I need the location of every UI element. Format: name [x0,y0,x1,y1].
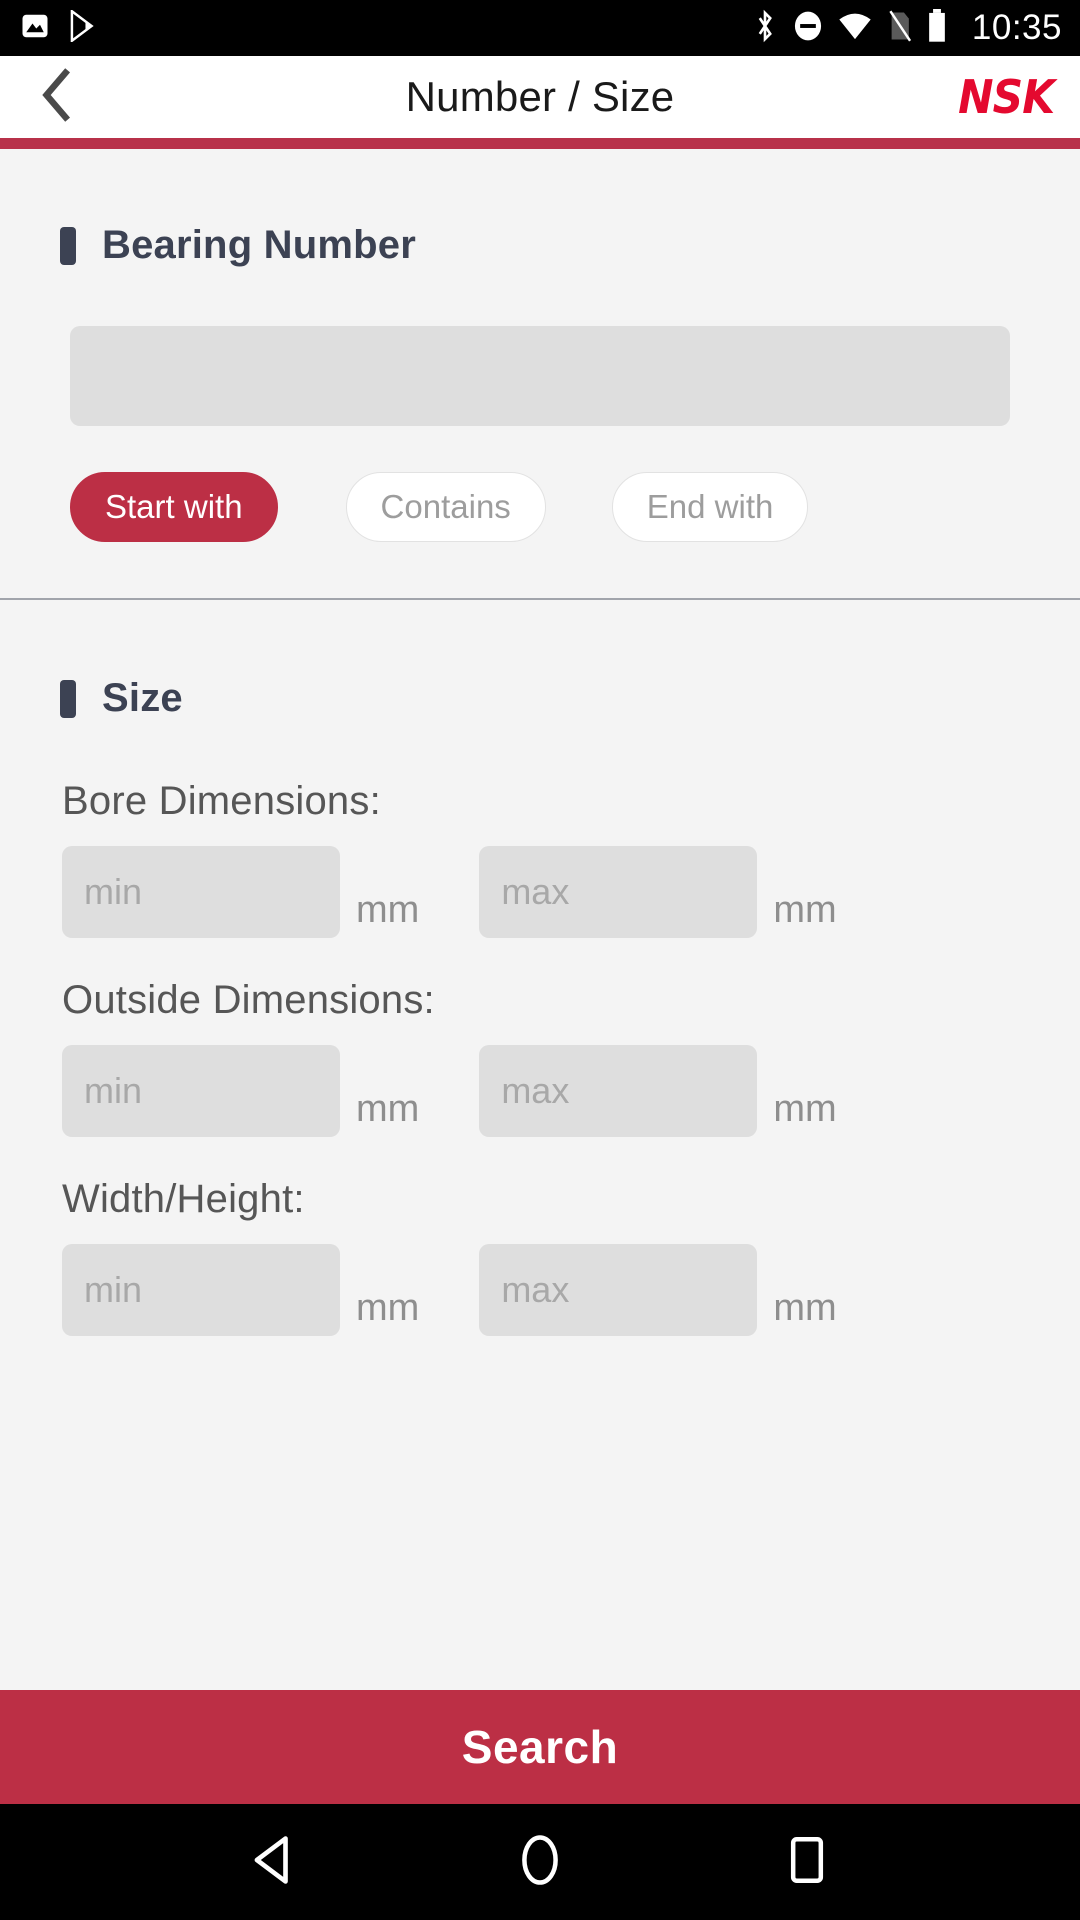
status-bar: 10:35 [0,0,1080,56]
back-button[interactable] [26,67,86,127]
outside-max-field: mm [479,1045,837,1137]
bluetooth-icon [752,9,778,48]
size-heading: Size [0,676,1080,721]
width-height-max-unit: mm [773,1287,837,1329]
match-mode-start-with[interactable]: Start with [70,472,278,542]
main-content: Bearing Number Start with Contains End w… [0,149,1080,1804]
nav-recents-button[interactable] [762,1817,852,1907]
outside-dimensions-label: Outside Dimensions: [62,978,435,1022]
no-sim-icon [886,10,912,47]
android-nav-bar [0,1804,1080,1920]
nav-home-button[interactable] [495,1817,585,1907]
bore-min-unit: mm [356,889,420,931]
width-height-label: Width/Height: [62,1177,305,1221]
match-mode-group: Start with Contains End with [0,472,1080,542]
back-chevron-icon [38,67,74,127]
recents-square-icon [788,1835,826,1890]
size-section: Size Bore Dimensions: mm mm [0,600,1080,1376]
status-bar-clock: 10:35 [971,8,1062,47]
photo-icon [20,11,50,46]
back-triangle-icon [251,1835,295,1890]
width-height-max-field: mm [479,1244,837,1336]
bore-dimensions-label: Bore Dimensions: [62,779,381,823]
section-divider [0,598,1080,600]
bearing-number-input[interactable] [70,326,1010,426]
battery-icon [926,8,948,48]
search-button-label: Search [461,1721,619,1773]
app-bar: Number / Size NSK [0,56,1080,138]
bearing-number-heading: Bearing Number [0,223,1080,268]
match-mode-contains[interactable]: Contains [345,472,546,542]
match-mode-end-with[interactable]: End with [611,472,809,542]
outside-max-unit: mm [773,1088,837,1130]
match-mode-start-with-label: Start with [105,488,243,525]
outside-min-input[interactable] [62,1045,340,1137]
header-accent-bar [0,138,1080,149]
dimension-group-width-height: Width/Height: mm mm [0,1177,1080,1336]
bore-min-input[interactable] [62,846,340,938]
wifi-icon [838,11,872,46]
size-rows: Bore Dimensions: mm mm [0,779,1080,1336]
play-store-icon [68,8,98,47]
width-height-row: mm mm [0,1244,1080,1336]
home-circle-icon [519,1834,561,1891]
status-bar-right-icons: 10:35 [752,8,1062,48]
search-button[interactable]: Search [0,1690,1080,1804]
size-title: Size [102,676,183,720]
outside-min-field: mm [62,1045,419,1137]
width-height-max-input[interactable] [479,1244,758,1336]
do-not-disturb-icon [792,9,824,48]
dimension-group-outside: Outside Dimensions: mm mm [0,978,1080,1137]
width-height-min-field: mm [62,1244,419,1336]
outside-max-input[interactable] [479,1045,758,1137]
bearing-number-input-wrap [0,326,1080,426]
match-mode-end-with-label: End with [646,488,774,525]
nsk-logo: NSK [957,70,1055,124]
width-height-min-unit: mm [356,1287,420,1329]
dimension-group-bore: Bore Dimensions: mm mm [0,779,1080,938]
app-screen: 10:35 Number / Size NSK Bearing Number S [0,0,1080,1920]
width-height-min-input[interactable] [62,1244,340,1336]
bore-dimensions-row: mm mm [0,846,1080,938]
page-title: Number / Size [405,73,675,120]
bore-max-field: mm [479,846,837,938]
outside-min-unit: mm [356,1088,420,1130]
section-bullet-icon [60,226,76,265]
section-bullet-icon [60,679,76,718]
status-bar-left-icons [20,8,98,47]
bore-max-unit: mm [773,889,837,931]
bore-min-field: mm [62,846,419,938]
bearing-number-section: Bearing Number Start with Contains End w… [0,149,1080,598]
nav-back-button[interactable] [228,1817,318,1907]
bore-max-input[interactable] [479,846,758,938]
outside-dimensions-row: mm mm [0,1045,1080,1137]
match-mode-contains-label: Contains [380,488,511,525]
bearing-number-title: Bearing Number [102,223,416,267]
